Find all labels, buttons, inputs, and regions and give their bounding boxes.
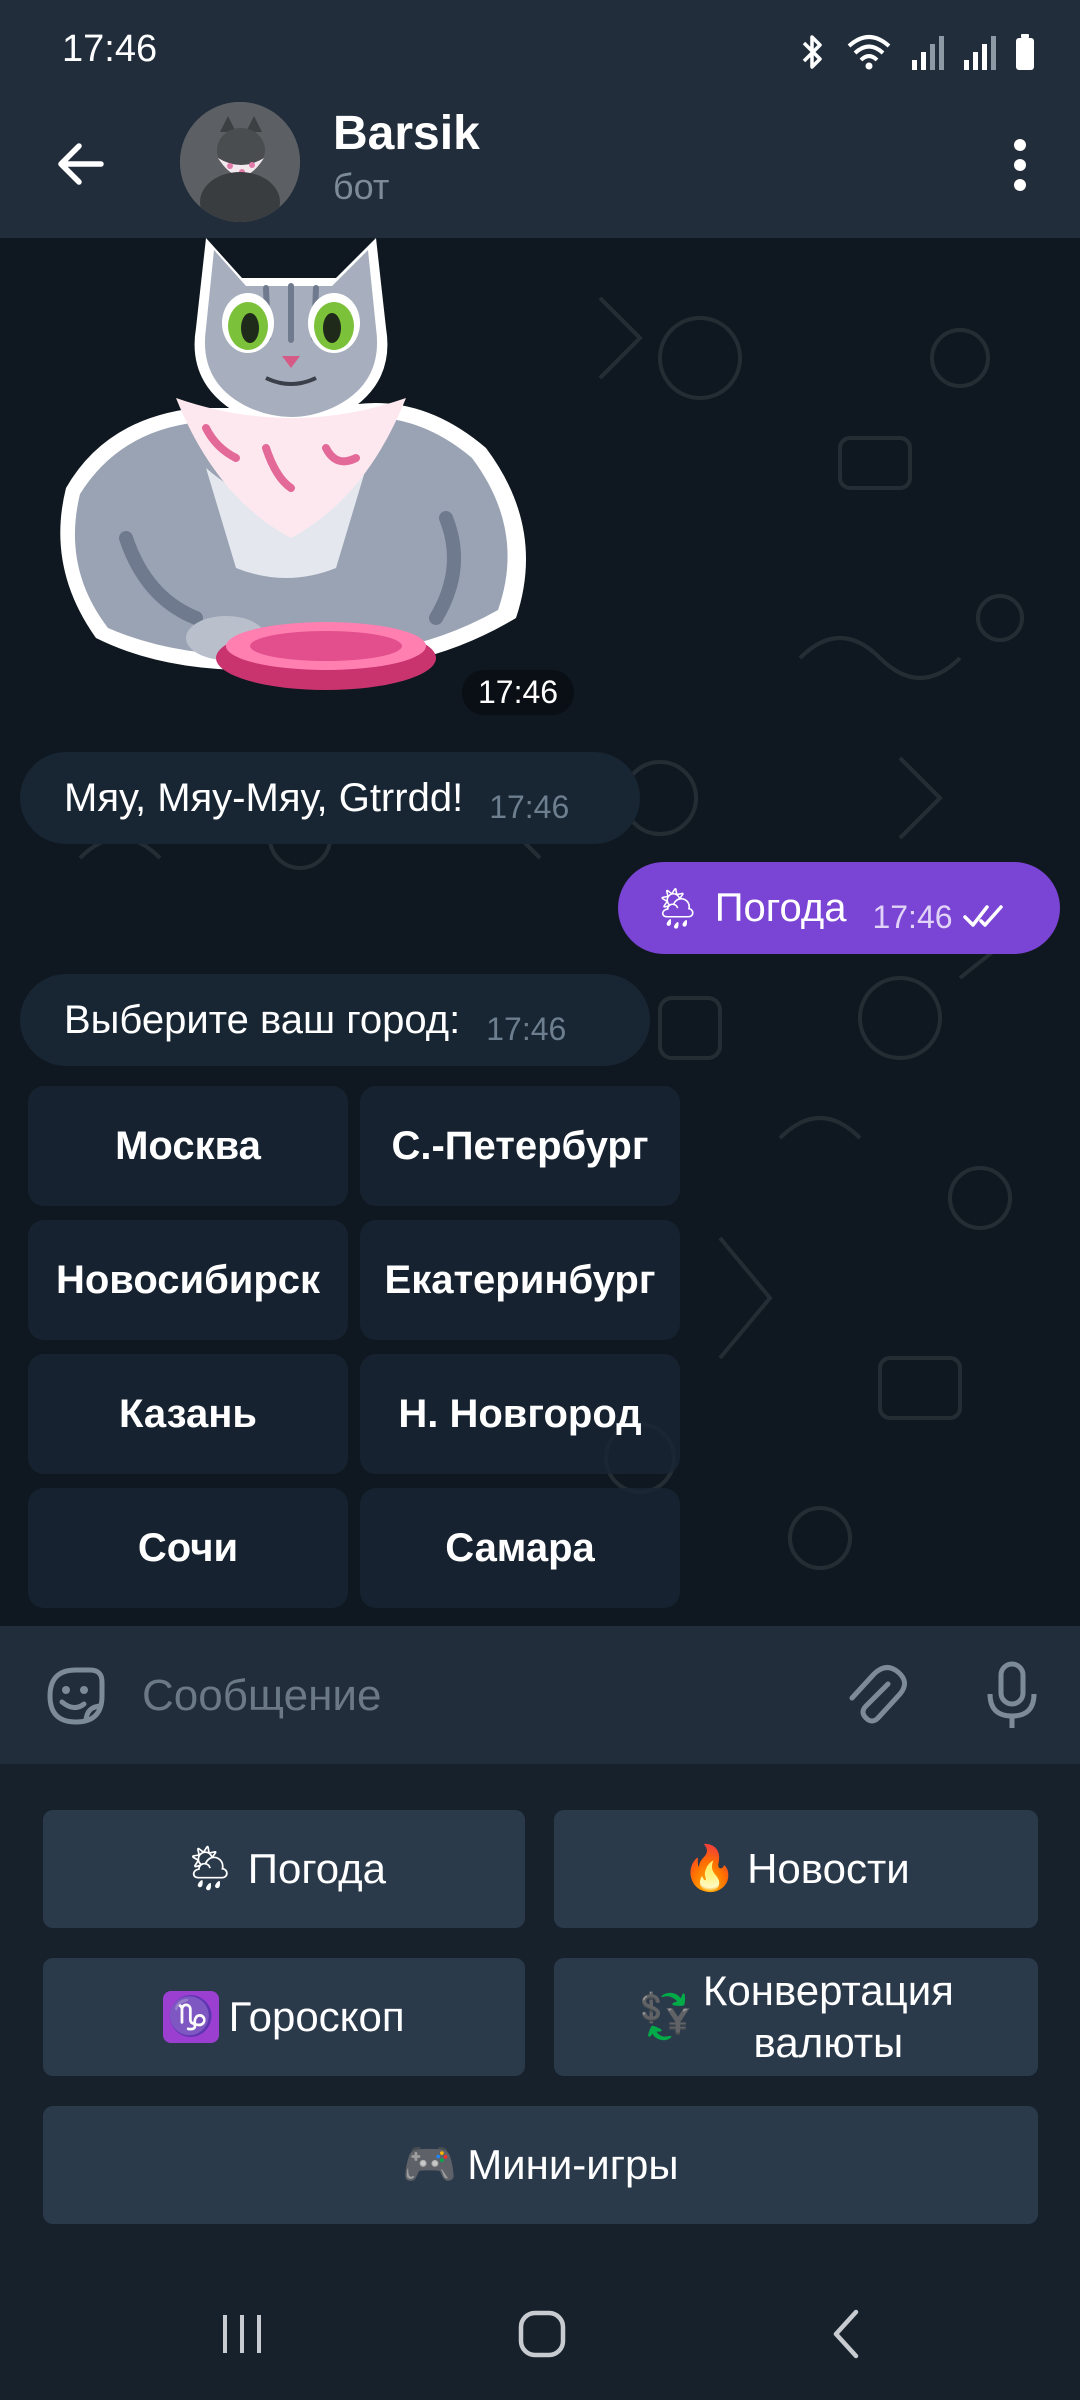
weather-button[interactable]: 🌦 Погода — [43, 1810, 525, 1928]
fire-icon: 🔥 — [682, 1844, 738, 1893]
attach-button[interactable] — [836, 1656, 916, 1736]
sticker-smile-icon — [47, 1667, 105, 1725]
recent-apps-icon — [223, 2315, 261, 2353]
cat-sticker[interactable] — [36, 238, 548, 718]
system-navigation-bar — [0, 2268, 1080, 2400]
chat-subtitle: бот — [333, 166, 390, 207]
double-check-icon — [962, 905, 1003, 927]
cat-avatar-icon — [180, 102, 300, 222]
currency-conversion-button[interactable]: 💱 Конвертация валюты — [554, 1958, 1038, 2076]
home-button[interactable] — [482, 2294, 602, 2374]
message-time: 17:46 — [489, 788, 570, 825]
news-button-label: Новости — [747, 1845, 910, 1892]
capricorn-icon: ♑ — [163, 1991, 219, 2043]
city-button-sochi[interactable]: Сочи — [28, 1488, 348, 1608]
message-time: 17:46 — [872, 898, 953, 935]
paperclip-icon — [849, 1665, 907, 1724]
message-text: Мяу, Мяу-Мяу, Gtrrdd! — [64, 775, 464, 820]
arrow-left-icon — [58, 143, 104, 185]
microphone-icon — [987, 1661, 1037, 1728]
sticker-button[interactable] — [36, 1656, 116, 1736]
outgoing-message[interactable]: 🌦 Погода 17:46 — [618, 862, 1060, 954]
signal-icon-2 — [964, 36, 996, 70]
message-text: Погода — [714, 885, 847, 930]
more-menu-button[interactable] — [980, 120, 1060, 210]
message-time: 17:46 — [486, 1010, 567, 1047]
recent-apps-button[interactable] — [182, 2294, 302, 2374]
horoscope-button-label: Гороскоп — [228, 1993, 405, 2040]
city-button-spb[interactable]: С.-Петербург — [360, 1086, 680, 1206]
status-bar: 17:46 — [0, 0, 1080, 96]
mini-games-button[interactable]: 🎮 Мини-игры — [43, 2106, 1038, 2224]
message-input[interactable] — [140, 1656, 780, 1736]
mic-button[interactable] — [972, 1656, 1052, 1736]
city-inline-keyboard: Москва С.-Петербург Новосибирск Екатерин… — [28, 1086, 680, 1608]
chat-title[interactable]: Barsik — [333, 106, 480, 161]
status-icons — [798, 30, 1036, 74]
currency-exchange-icon: 💱 — [638, 1992, 693, 2041]
city-button-nnovgorod[interactable]: Н. Новгород — [360, 1354, 680, 1474]
more-vertical-icon — [1014, 139, 1026, 191]
cloud-rain-icon: 🌦 — [652, 886, 703, 931]
chat-header: Barsik бот — [0, 96, 1080, 238]
message-input-bar — [0, 1626, 1080, 1764]
nav-back-button[interactable] — [786, 2294, 906, 2374]
conversion-label-line2: валюты — [753, 2019, 904, 2066]
chevron-left-icon — [833, 2309, 859, 2359]
incoming-message[interactable]: Мяу, Мяу-Мяу, Gtrrdd! 17:46 — [20, 752, 640, 844]
weather-button-label: Погода — [247, 1845, 387, 1892]
reply-keyboard: 🌦 Погода 🔥 Новости ♑ Гороскоп 💱 Конверта… — [0, 1764, 1080, 2268]
home-icon — [518, 2310, 566, 2358]
conversion-label-line1: Конвертация — [702, 1967, 954, 2014]
mini-games-button-label: Мини-игры — [467, 2141, 679, 2188]
city-button-samara[interactable]: Самара — [360, 1488, 680, 1608]
message-text: Выберите ваш город: — [64, 997, 461, 1042]
horoscope-button[interactable]: ♑ Гороскоп — [43, 1958, 525, 2076]
chat-area[interactable]: 17:46 Мяу, Мяу-Мяу, Gtrrdd! 17:46 🌦 Пого… — [0, 238, 1080, 1626]
avatar[interactable] — [180, 102, 300, 222]
wifi-icon — [847, 35, 891, 70]
back-button[interactable] — [40, 124, 120, 204]
city-button-kazan[interactable]: Казань — [28, 1354, 348, 1474]
city-button-novosibirsk[interactable]: Новосибирск — [28, 1220, 348, 1340]
city-button-ekaterinburg[interactable]: Екатеринбург — [360, 1220, 680, 1340]
bluetooth-icon — [802, 35, 822, 69]
gamepad-icon: 🎮 — [402, 2140, 458, 2189]
cloud-rain-icon: 🌦 — [181, 1844, 238, 1893]
news-button[interactable]: 🔥 Новости — [554, 1810, 1038, 1928]
incoming-message[interactable]: Выберите ваш город: 17:46 — [20, 974, 650, 1066]
city-button-moscow[interactable]: Москва — [28, 1086, 348, 1206]
sticker-timestamp: 17:46 — [462, 670, 575, 715]
status-time: 17:46 — [62, 28, 158, 70]
signal-icon — [912, 36, 944, 70]
battery-icon — [1016, 34, 1034, 70]
